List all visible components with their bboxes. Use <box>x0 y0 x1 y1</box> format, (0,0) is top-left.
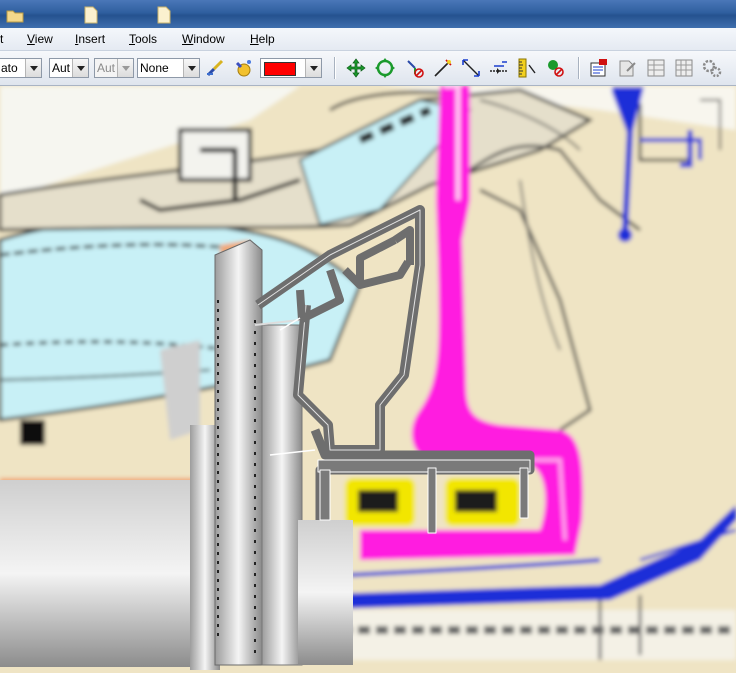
window-title-bar <box>0 0 736 28</box>
line-thickness-value: Aut <box>52 61 71 75</box>
menu-help[interactable]: Help <box>250 32 275 46</box>
menu-edit[interactable]: t <box>0 32 3 46</box>
grid-icon[interactable] <box>673 57 695 79</box>
analyze-icon[interactable] <box>544 57 566 79</box>
move-axis-icon[interactable] <box>404 57 426 79</box>
chevron-down-icon <box>117 59 133 77</box>
dimension-icon[interactable] <box>460 57 482 79</box>
rotate-icon[interactable] <box>374 57 396 79</box>
line-type-combo[interactable]: None <box>137 58 200 78</box>
engine-section-image <box>0 86 736 673</box>
ruler-icon[interactable] <box>515 57 537 79</box>
line-thickness-combo[interactable]: Aut <box>49 58 89 78</box>
open-document-icon[interactable] <box>155 6 173 24</box>
pan-icon[interactable] <box>345 57 367 79</box>
menu-bar: t View Insert Tools Window Help <box>0 28 736 51</box>
folder-icon[interactable] <box>6 6 24 24</box>
line-type-value: None <box>140 61 169 75</box>
snap-point-icon[interactable] <box>432 57 454 79</box>
menu-view[interactable]: View <box>27 32 53 46</box>
chevron-down-icon[interactable] <box>183 59 199 77</box>
chevron-down-icon[interactable] <box>305 59 321 77</box>
fill-bucket-icon[interactable] <box>232 57 254 79</box>
graphic-properties-toolbar: ato Aut Aut None <box>0 51 736 86</box>
color-combo[interactable] <box>260 58 322 78</box>
color-swatch <box>264 62 296 76</box>
chevron-down-icon[interactable] <box>25 59 41 77</box>
toolbar-separator <box>334 57 336 79</box>
properties-icon[interactable] <box>588 57 610 79</box>
menu-tools[interactable]: Tools <box>129 32 157 46</box>
layer-combo[interactable]: ato <box>0 58 42 78</box>
gear-icon[interactable] <box>701 57 723 79</box>
toolbar-separator <box>578 57 580 79</box>
point-type-value: Aut <box>97 61 116 75</box>
catalog-icon[interactable] <box>617 57 639 79</box>
menu-insert[interactable]: Insert <box>75 32 105 46</box>
point-type-combo: Aut <box>94 58 134 78</box>
table-icon[interactable] <box>645 57 667 79</box>
chevron-down-icon[interactable] <box>72 59 88 77</box>
3d-viewport[interactable] <box>0 86 736 673</box>
layer-combo-value: ato <box>1 61 18 75</box>
new-document-icon[interactable] <box>82 6 100 24</box>
align-icon[interactable] <box>488 57 510 79</box>
menu-window[interactable]: Window <box>182 32 225 46</box>
brush-icon[interactable] <box>204 57 226 79</box>
